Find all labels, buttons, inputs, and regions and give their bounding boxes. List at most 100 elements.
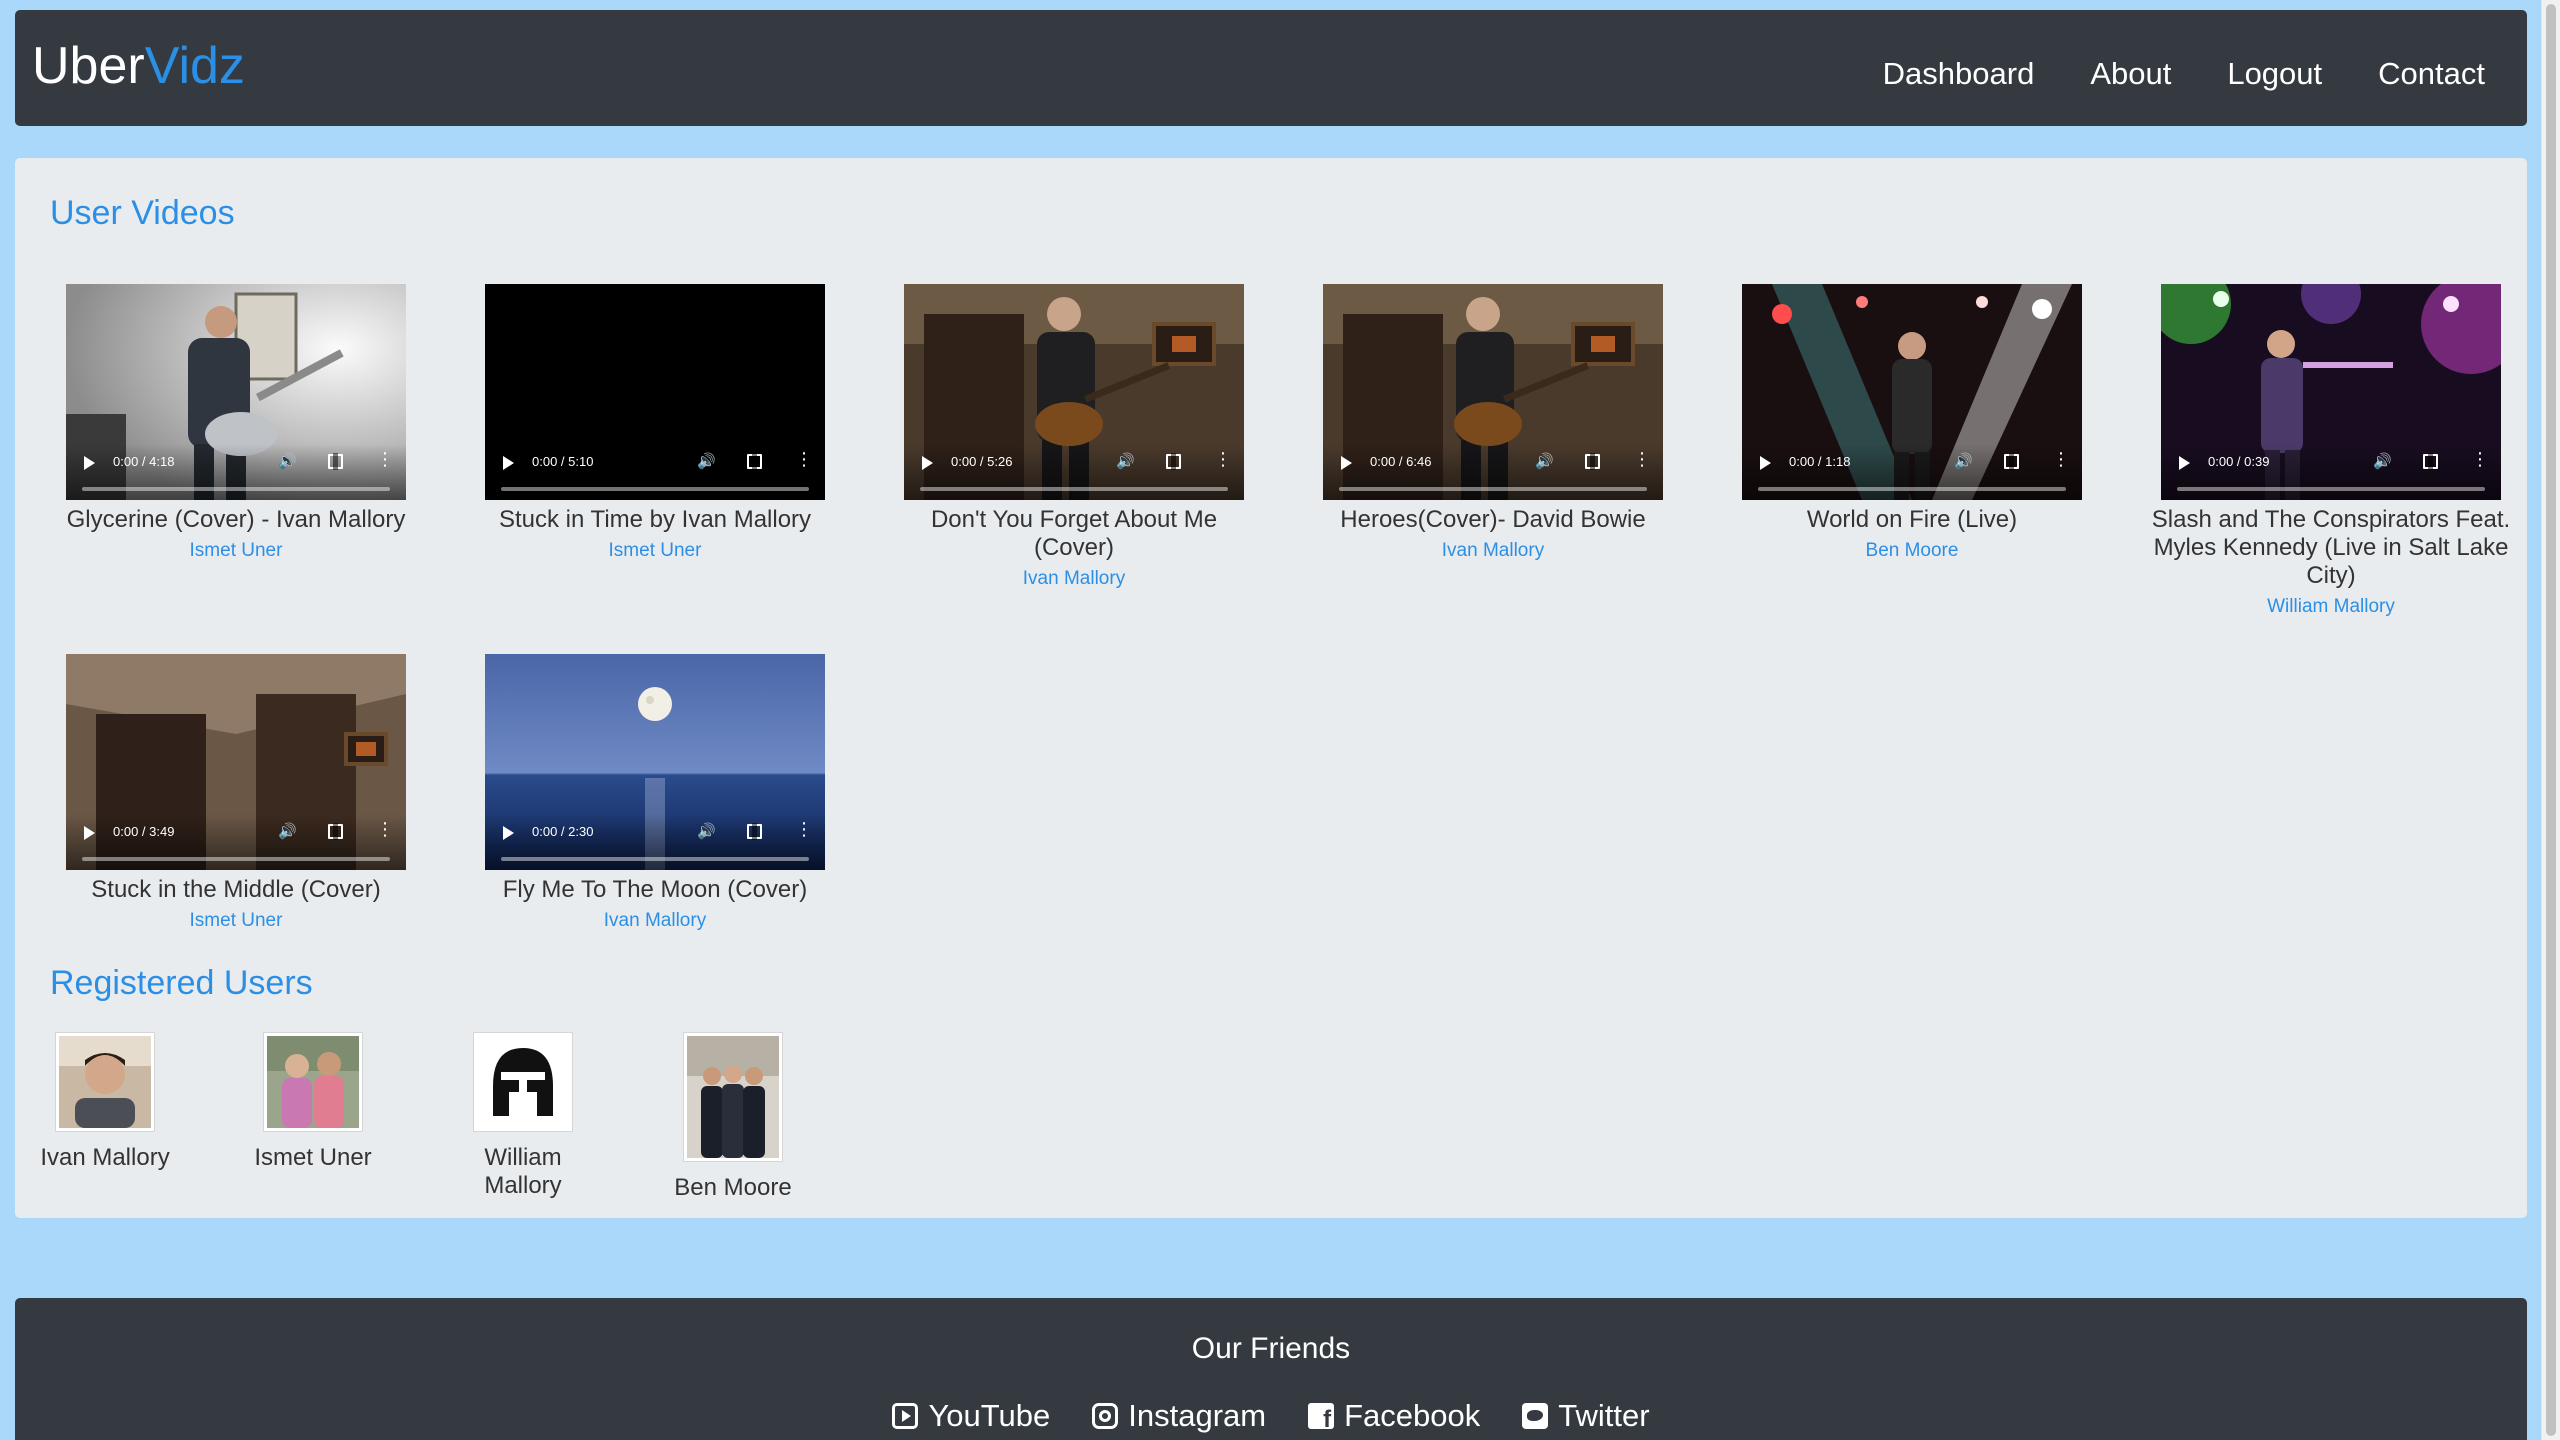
progress-track[interactable] [920, 487, 1228, 491]
user-card[interactable]: William Mallory [443, 1032, 603, 1200]
video-controls: 0:00 / 0:39 🔊 ⋮ [2161, 444, 2501, 500]
video-time: 0:00 / 6:46 [1370, 454, 1432, 469]
brand-part-1: Uber [32, 37, 145, 95]
play-icon[interactable] [84, 456, 95, 470]
our-friends-heading: Our Friends [1191, 1332, 1351, 1365]
video-time: 0:00 / 3:49 [113, 824, 175, 839]
main-content: User Videos 0:00 / 4:18 🔊 ⋮ Glycerine (Cove… [15, 158, 2527, 1218]
youtube-link[interactable]: YouTube [892, 1398, 1050, 1434]
video-author-link[interactable]: Ivan Mallory [1442, 540, 1544, 562]
progress-track[interactable] [501, 857, 809, 861]
nav-logout-link[interactable]: Logout [2227, 58, 2322, 89]
video-title: Stuck in Time by Ivan Mallory [498, 506, 812, 533]
facebook-link[interactable]: Facebook [1308, 1398, 1480, 1434]
page-scrollbar[interactable] [2541, 0, 2560, 1440]
nav-about-link[interactable]: About [2090, 58, 2171, 89]
user-card[interactable]: Ivan Mallory [25, 1032, 185, 1172]
play-icon[interactable] [922, 456, 933, 470]
play-icon[interactable] [1760, 456, 1771, 470]
video-player[interactable]: 0:00 / 3:49 🔊 ⋮ [66, 654, 406, 870]
video-controls: 0:00 / 4:18 🔊 ⋮ [66, 444, 406, 500]
fullscreen-icon[interactable] [328, 823, 343, 840]
play-icon[interactable] [1341, 456, 1352, 470]
video-controls: 0:00 / 2:30 🔊 ⋮ [485, 814, 825, 870]
fullscreen-icon[interactable] [1166, 453, 1181, 470]
progress-track[interactable] [501, 487, 809, 491]
play-icon[interactable] [84, 826, 95, 840]
social-links: YouTube Instagram Facebook Twitter [15, 1398, 2527, 1434]
nav-contact-link[interactable]: Contact [2378, 58, 2485, 89]
volume-icon[interactable]: 🔊 [2373, 452, 2392, 470]
user-avatar[interactable] [55, 1032, 155, 1132]
progress-track[interactable] [82, 487, 390, 491]
video-controls: 0:00 / 5:26 🔊 ⋮ [904, 444, 1244, 500]
play-icon[interactable] [503, 456, 514, 470]
video-player[interactable]: 0:00 / 2:30 🔊 ⋮ [485, 654, 825, 870]
user-avatar[interactable] [683, 1032, 783, 1162]
user-card[interactable]: Ismet Uner [233, 1032, 393, 1172]
video-player[interactable]: 0:00 / 4:18 🔊 ⋮ [66, 284, 406, 500]
fullscreen-icon[interactable] [2423, 453, 2438, 470]
video-card: 0:00 / 6:46 🔊 ⋮ Heroes(Cover)- David Bowie I… [1307, 284, 1679, 562]
more-options-icon[interactable]: ⋮ [795, 450, 813, 468]
volume-icon[interactable]: 🔊 [1954, 452, 1973, 470]
progress-track[interactable] [82, 857, 390, 861]
video-time: 0:00 / 2:30 [532, 824, 594, 839]
fullscreen-icon[interactable] [747, 453, 762, 470]
volume-icon[interactable]: 🔊 [697, 822, 716, 840]
fullscreen-icon[interactable] [747, 823, 762, 840]
progress-track[interactable] [1758, 487, 2066, 491]
progress-track[interactable] [2177, 487, 2485, 491]
video-player[interactable]: 0:00 / 5:10 🔊 ⋮ [485, 284, 825, 500]
video-card: 0:00 / 5:10 🔊 ⋮ Stuck in Time by Ivan Mallo… [469, 284, 841, 562]
volume-icon[interactable]: 🔊 [278, 452, 297, 470]
twitter-icon [1522, 1403, 1549, 1429]
instagram-label: Instagram [1128, 1398, 1267, 1433]
user-card[interactable]: Ben Moore [653, 1032, 813, 1202]
more-options-icon[interactable]: ⋮ [376, 450, 394, 468]
twitter-link[interactable]: Twitter [1522, 1398, 1650, 1434]
instagram-icon [1092, 1403, 1119, 1429]
video-title: Fly Me To The Moon (Cover) [502, 876, 808, 903]
nav-dashboard-link[interactable]: Dashboard [1883, 58, 2035, 89]
navbar: UberVidz Dashboard About Logout Contact [15, 10, 2527, 126]
play-icon[interactable] [503, 826, 514, 840]
video-time: 0:00 / 5:26 [951, 454, 1013, 469]
volume-icon[interactable]: 🔊 [1116, 452, 1135, 470]
more-options-icon[interactable]: ⋮ [2471, 450, 2489, 468]
video-time: 0:00 / 0:39 [2208, 454, 2270, 469]
video-author-link[interactable]: William Mallory [2267, 596, 2395, 618]
instagram-link[interactable]: Instagram [1092, 1398, 1266, 1434]
more-options-icon[interactable]: ⋮ [1214, 450, 1232, 468]
scrollbar-thumb[interactable] [2546, 4, 2556, 1436]
video-author-link[interactable]: Ismet Uner [190, 540, 283, 562]
nav-links: Dashboard About Logout Contact [1883, 58, 2485, 89]
user-avatar[interactable] [473, 1032, 573, 1132]
video-author-link[interactable]: Ivan Mallory [1023, 568, 1125, 590]
video-player[interactable]: 0:00 / 0:39 🔊 ⋮ [2161, 284, 2501, 500]
video-card: 0:00 / 5:26 🔊 ⋮ Don't You Forget About Me (… [888, 284, 1260, 590]
user-avatar[interactable] [263, 1032, 363, 1132]
video-player[interactable]: 0:00 / 1:18 🔊 ⋮ [1742, 284, 2082, 500]
video-player[interactable]: 0:00 / 5:26 🔊 ⋮ [904, 284, 1244, 500]
more-options-icon[interactable]: ⋮ [2052, 450, 2070, 468]
fullscreen-icon[interactable] [2004, 453, 2019, 470]
fullscreen-icon[interactable] [328, 453, 343, 470]
video-title: World on Fire (Live) [1806, 506, 2018, 533]
volume-icon[interactable]: 🔊 [697, 452, 716, 470]
video-player[interactable]: 0:00 / 6:46 🔊 ⋮ [1323, 284, 1663, 500]
more-options-icon[interactable]: ⋮ [1633, 450, 1651, 468]
video-author-link[interactable]: Ben Moore [1866, 540, 1959, 562]
play-icon[interactable] [2179, 456, 2190, 470]
volume-icon[interactable]: 🔊 [278, 822, 297, 840]
video-author-link[interactable]: Ismet Uner [609, 540, 702, 562]
brand-logo[interactable]: UberVidz [32, 40, 245, 92]
video-author-link[interactable]: Ismet Uner [190, 910, 283, 932]
more-options-icon[interactable]: ⋮ [795, 820, 813, 838]
fullscreen-icon[interactable] [1585, 453, 1600, 470]
more-options-icon[interactable]: ⋮ [376, 820, 394, 838]
video-author-link[interactable]: Ivan Mallory [604, 910, 706, 932]
video-card: 0:00 / 4:18 🔊 ⋮ Glycerine (Cover) - Ivan Ma… [50, 284, 422, 562]
volume-icon[interactable]: 🔊 [1535, 452, 1554, 470]
progress-track[interactable] [1339, 487, 1647, 491]
